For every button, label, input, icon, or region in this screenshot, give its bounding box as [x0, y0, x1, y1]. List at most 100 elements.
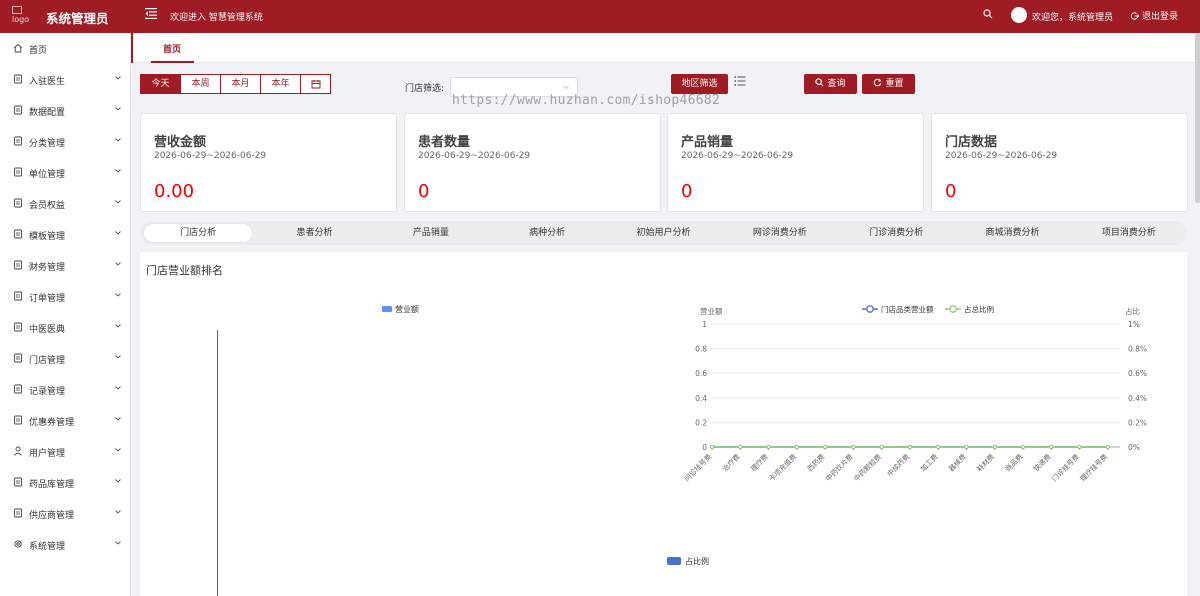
- template-icon: [14, 229, 22, 239]
- y-axis-label: 营业额: [700, 306, 723, 316]
- analysis-tab-8[interactable]: 项目消费分析: [1075, 224, 1183, 242]
- card-title: 产品销量: [681, 135, 734, 150]
- sidebar-item-9[interactable]: 中医医典: [0, 312, 131, 342]
- data-point: [1105, 444, 1110, 450]
- analysis-tab-0[interactable]: 门店分析: [144, 224, 253, 242]
- broken-image-icon: [12, 6, 22, 14]
- chevron-down-icon: [115, 262, 121, 266]
- card-title: 门店数据: [945, 135, 998, 150]
- y-tick-label: 1: [702, 320, 707, 329]
- y2-tick-label: 0.6%: [1128, 369, 1147, 378]
- y-tick-label: 0.8: [695, 345, 707, 354]
- sidebar-item-3[interactable]: 分类管理: [0, 126, 131, 156]
- patient-count-card: 患者数量 2026-06-29~2026-06-29 0: [404, 113, 661, 212]
- y-tick-label: 0.4: [695, 394, 707, 403]
- ratio-legend[interactable]: 占比例: [667, 556, 709, 567]
- legend-swatch: [382, 306, 392, 312]
- sidebar-item-14[interactable]: 药品库管理: [0, 467, 131, 497]
- analysis-tab-6[interactable]: 门诊消费分析: [842, 224, 950, 242]
- data-point: [1077, 444, 1082, 450]
- y2-tick-label: 0%: [1128, 443, 1140, 452]
- chevron-down-icon: [115, 138, 121, 142]
- search-icon[interactable]: [983, 9, 993, 19]
- data-point: [823, 444, 828, 450]
- sidebar-item-5[interactable]: 会员权益: [0, 188, 131, 218]
- analysis-tab-2[interactable]: 产品销量: [377, 224, 485, 242]
- sidebar-item-label: 优惠券管理: [29, 418, 75, 428]
- panel-title: 门店营业额排名: [146, 264, 223, 277]
- sidebar-item-8[interactable]: 订单管理: [0, 281, 131, 311]
- legend-swatch: [667, 557, 681, 565]
- calendar-icon: [311, 80, 320, 89]
- sidebar-item-12[interactable]: 优惠券管理: [0, 405, 131, 435]
- analysis-tab-1[interactable]: 患者分析: [260, 224, 368, 242]
- sidebar-item-0[interactable]: 首页: [0, 33, 131, 63]
- chevron-down-icon: [115, 324, 121, 328]
- chevron-down-icon: [115, 510, 121, 514]
- sidebar: 首页入驻医生数据配置分类管理单位管理 会员权益 模板管理 财务管理 订单管理 中医医典 门店…: [0, 33, 131, 596]
- y2-tick-label: 0.4%: [1128, 394, 1147, 403]
- logout-button[interactable]: 退出登录: [1131, 9, 1178, 22]
- store-filter-label: 门店筛选:: [405, 84, 445, 94]
- chevron-down-icon: [115, 200, 121, 204]
- medicine-icon: [14, 477, 22, 487]
- y2-tick-label: 1%: [1128, 320, 1140, 329]
- sidebar-item-15[interactable]: 供应商管理: [0, 498, 131, 528]
- x-tick-label: 治疗费: [720, 452, 741, 473]
- reset-label: 重置: [885, 79, 904, 89]
- sidebar-item-10[interactable]: 门店管理: [0, 343, 131, 373]
- period-year-button[interactable]: 本年: [260, 74, 301, 94]
- legend-label: 占总比例: [964, 304, 994, 314]
- card-value: 0: [418, 181, 430, 202]
- data-point: [907, 444, 913, 450]
- x-tick-label: 中药颗粒费: [852, 452, 883, 483]
- sidebar-item-2[interactable]: 数据配置: [0, 95, 131, 125]
- chevron-down-icon: [115, 355, 121, 359]
- period-month-button[interactable]: 本月: [220, 74, 261, 94]
- scrollbar-thumb[interactable]: [1195, 33, 1200, 203]
- store-ranking-panel: 门店营业额排名 营业额 营业额 占比 门店品类营业额 占总比例 0 0% 0.2 0.2% 0.…: [140, 252, 1187, 596]
- sidebar-item-4[interactable]: 单位管理: [0, 157, 131, 187]
- data-point: [1049, 444, 1054, 450]
- tab-home[interactable]: 首页: [131, 33, 212, 63]
- x-tick-label: 快递费: [1032, 452, 1053, 473]
- data-config-icon: [14, 105, 22, 115]
- product-sales-card: 产品销量 2026-06-29~2026-06-29 0: [667, 113, 924, 212]
- analysis-tab-3[interactable]: 病种分析: [493, 224, 601, 242]
- date-picker-button[interactable]: [300, 74, 331, 94]
- tab-home-label: 首页: [163, 45, 182, 55]
- logo-area: logo 系统管理员: [0, 0, 131, 33]
- sidebar-item-7[interactable]: 财务管理: [0, 250, 131, 280]
- analysis-tab-7[interactable]: 商城消费分析: [958, 224, 1066, 242]
- logout-label: 退出登录: [1142, 12, 1179, 22]
- sidebar-item-label: 入驻医生: [29, 77, 66, 87]
- menu-collapse-icon[interactable]: [145, 8, 157, 19]
- chevron-down-icon: [115, 541, 121, 545]
- revenue-legend[interactable]: 营业额: [382, 304, 419, 315]
- chevron-down-icon: [115, 479, 121, 483]
- reset-button[interactable]: 重置: [862, 74, 915, 94]
- x-tick-label: 理疗费: [749, 452, 770, 473]
- query-button[interactable]: 查询: [804, 74, 857, 94]
- analysis-tab-5[interactable]: 网诊消费分析: [726, 224, 834, 242]
- settings-icon: [14, 540, 22, 548]
- region-filter-button[interactable]: 地区筛选: [671, 74, 728, 94]
- analysis-tab-4[interactable]: 初始用户分析: [609, 224, 717, 242]
- list-icon[interactable]: [734, 75, 746, 87]
- sidebar-item-label: 分类管理: [29, 139, 66, 149]
- query-label: 查询: [827, 79, 846, 89]
- avatar[interactable]: [1011, 7, 1027, 23]
- sidebar-item-6[interactable]: 模板管理: [0, 219, 131, 249]
- chevron-down-icon: [115, 448, 121, 452]
- sidebar-item-11[interactable]: 记录管理: [0, 374, 131, 404]
- user-greeting[interactable]: 欢迎您，系统管理员: [1032, 10, 1113, 23]
- sidebar-item-16[interactable]: 系统管理: [0, 529, 131, 559]
- analysis-tabs: 门店分析 患者分析 产品销量 病种分析 初始用户分析 网诊消费分析 门诊消费分析 商城消费分析…: [140, 221, 1187, 245]
- sidebar-item-13[interactable]: 用户管理: [0, 436, 131, 466]
- home-icon: [13, 43, 23, 53]
- period-today-button[interactable]: 今天: [140, 74, 181, 94]
- card-value: 0: [681, 181, 693, 202]
- x-tick-label: 理疗挂号费: [1078, 452, 1109, 483]
- period-week-button[interactable]: 本周: [180, 74, 221, 94]
- sidebar-item-1[interactable]: 入驻医生: [0, 64, 131, 94]
